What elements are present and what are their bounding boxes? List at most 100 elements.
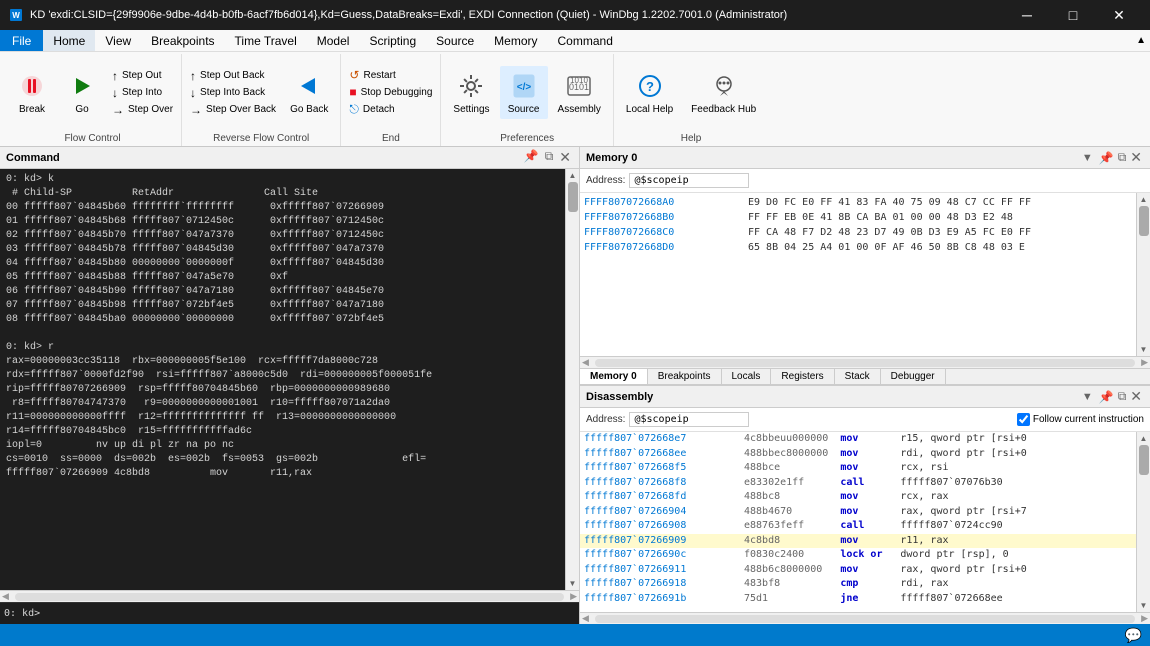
memory-close-button[interactable]: ✕: [1128, 149, 1144, 166]
disassembly-row[interactable]: fffff807`072668e7 4c8bbeuu000000 mov r15…: [580, 432, 1136, 447]
memory-address-cell: FFFF807072668B0: [584, 210, 744, 225]
menu-timetravel[interactable]: Time Travel: [225, 30, 307, 51]
memory-tab-stack[interactable]: Stack: [835, 369, 881, 384]
step-into-button[interactable]: ↓ Step Into: [108, 85, 177, 101]
memory-pin-icon[interactable]: 📌: [1097, 151, 1116, 165]
close-panel-button[interactable]: ✕: [557, 149, 573, 166]
menu-memory[interactable]: Memory: [484, 30, 547, 51]
command-line: rax=00000003cc35118 rbx=000000005f5e100 …: [6, 355, 559, 369]
follow-checkbox-input[interactable]: [1017, 413, 1030, 426]
menu-file[interactable]: File: [0, 30, 43, 51]
pin-icon[interactable]: 📌: [522, 149, 541, 166]
disasm-scroll-down[interactable]: ▼: [1138, 599, 1150, 612]
command-vertical-scrollbar[interactable]: ▲ ▼: [565, 169, 579, 590]
close-button[interactable]: ✕: [1096, 0, 1142, 30]
command-horizontal-scrollbar[interactable]: ◀ ▶: [0, 590, 579, 602]
disasm-scroll-thumb[interactable]: [1139, 445, 1149, 475]
scroll-up-btn[interactable]: ▲: [567, 169, 579, 182]
break-button[interactable]: Break: [8, 66, 56, 119]
step-into-back-button[interactable]: ↓ Step Into Back: [186, 85, 280, 101]
disassembly-row[interactable]: fffff807`072668fd 488bc8 mov rcx, rax: [580, 490, 1136, 505]
step-over-back-button[interactable]: → Step Over Back: [186, 102, 280, 118]
disasm-close-button[interactable]: ✕: [1128, 388, 1144, 405]
disassembly-row[interactable]: fffff807`072668f8 e83302e1ff call fffff8…: [580, 476, 1136, 491]
minimize-button[interactable]: ─: [1004, 0, 1050, 30]
disasm-scroll-track[interactable]: [1137, 445, 1150, 599]
scroll-thumb[interactable]: [568, 182, 578, 212]
disasm-vertical-scrollbar[interactable]: ▲ ▼: [1136, 432, 1150, 612]
ribbon-collapse[interactable]: ▲: [1136, 35, 1150, 46]
disassembly-row[interactable]: fffff807`0726690c f0830c2400 lock or dwo…: [580, 548, 1136, 563]
memory-float-icon[interactable]: ⧉: [1116, 150, 1129, 165]
disassembly-row[interactable]: fffff807`07266918 483bf8 cmp rdi, rax: [580, 577, 1136, 592]
stop-button[interactable]: ■ Stop Debugging: [345, 84, 436, 100]
disasm-addr-cell: fffff807`072668f8: [584, 476, 744, 491]
memory-tab-registers[interactable]: Registers: [771, 369, 834, 384]
disasm-dropdown-icon[interactable]: ▼: [1082, 391, 1093, 403]
step-out-back-button[interactable]: ↑ Step Out Back: [186, 68, 280, 84]
disassembly-row[interactable]: fffff807`072668ee 488bbec8000000 mov rdi…: [580, 447, 1136, 462]
disassembly-row[interactable]: fffff807`07266911 488b6c8000000 mov rax,…: [580, 563, 1136, 578]
menu-home[interactable]: Home: [43, 30, 95, 51]
go-button[interactable]: Go: [58, 66, 106, 119]
feedback-hub-button[interactable]: Feedback Hub: [683, 66, 764, 119]
memory-data-cell: 65 8B 04 25 A4 01 00 0F AF 46 50 8B C8 4…: [748, 240, 1025, 255]
step-over-button[interactable]: → Step Over: [108, 102, 177, 118]
command-output[interactable]: 0: kd> k # Child-SP RetAddr Call Site00 …: [0, 169, 565, 590]
memory-dropdown-icon[interactable]: ▼: [1082, 152, 1093, 164]
restart-button[interactable]: ↺ Restart: [345, 67, 436, 83]
step-out-button[interactable]: ↑ Step Out: [108, 68, 177, 84]
disasm-horizontal-scrollbar[interactable]: ◀ ▶: [580, 612, 1150, 624]
mem-scroll-thumb[interactable]: [1139, 206, 1149, 236]
mem-scroll-up[interactable]: ▲: [1138, 193, 1150, 206]
disasm-scroll-up[interactable]: ▲: [1138, 432, 1150, 445]
memory-tab-memory-0[interactable]: Memory 0: [580, 369, 648, 384]
source-button[interactable]: </> Source: [500, 66, 548, 119]
command-line: r8=fffff80704747370 r9=0000000000001001 …: [6, 397, 559, 411]
memory-address-input[interactable]: [629, 173, 749, 188]
menu-scripting[interactable]: Scripting: [359, 30, 426, 51]
disassembly-row[interactable]: fffff807`072668f5 488bce mov rcx, rsi: [580, 461, 1136, 476]
status-right: 💬: [1125, 627, 1142, 644]
mem-scroll-down[interactable]: ▼: [1138, 343, 1150, 356]
disasm-address-input[interactable]: [629, 412, 749, 427]
disassembly-row[interactable]: fffff807`07266904 488b4670 mov rax, qwor…: [580, 505, 1136, 520]
detach-button[interactable]: ⎋ Detach: [345, 101, 436, 118]
float-icon[interactable]: ⧉: [543, 149, 556, 166]
memory-data-cell: FF CA 48 F7 D2 48 23 D7 49 0B D3 E9 A5 F…: [748, 225, 1031, 240]
scroll-down-btn[interactable]: ▼: [567, 577, 579, 590]
menu-source[interactable]: Source: [426, 30, 484, 51]
menu-breakpoints[interactable]: Breakpoints: [141, 30, 224, 51]
ribbon-reverse-flow: ↑ Step Out Back ↓ Step Into Back → Step …: [182, 54, 341, 146]
memory-address-cell: FFFF807072668D0: [584, 240, 744, 255]
disassembly-content[interactable]: fffff807`072668e7 4c8bbeuu000000 mov r15…: [580, 432, 1136, 612]
chevron-up-icon[interactable]: ▲: [1136, 35, 1146, 46]
disassembly-row[interactable]: fffff807`07266908 e88763feff call fffff8…: [580, 519, 1136, 534]
memory-tab-breakpoints[interactable]: Breakpoints: [648, 369, 722, 384]
memory-horizontal-scrollbar[interactable]: ◀ ▶: [580, 356, 1150, 368]
go-back-button[interactable]: Go Back: [282, 66, 336, 119]
assembly-button[interactable]: 0101 1010 Assembly: [550, 66, 609, 119]
memory-tab-debugger[interactable]: Debugger: [881, 369, 946, 384]
settings-icon: [455, 70, 487, 102]
scroll-track[interactable]: [566, 182, 579, 577]
maximize-button[interactable]: □: [1050, 0, 1096, 30]
settings-button[interactable]: Settings: [445, 66, 497, 119]
disassembly-row[interactable]: fffff807`0726691b 75d1 jne fffff807`0726…: [580, 592, 1136, 607]
memory-vertical-scrollbar[interactable]: ▲ ▼: [1136, 193, 1150, 356]
command-line: 06 fffff807`04845b90 fffff807`047a7180 0…: [6, 285, 559, 299]
follow-instruction-checkbox[interactable]: Follow current instruction: [1017, 413, 1144, 426]
disasm-pin-icon[interactable]: 📌: [1097, 390, 1116, 404]
menu-command[interactable]: Command: [548, 30, 623, 51]
memory-tab-locals[interactable]: Locals: [722, 369, 772, 384]
command-input[interactable]: [42, 608, 575, 619]
disassembly-row[interactable]: fffff807`07266909 4c8bd8 mov r11, rax: [580, 534, 1136, 549]
local-help-button[interactable]: ? Local Help: [618, 66, 681, 119]
memory-content[interactable]: FFFF807072668A0E9 D0 FC E0 FF 41 83 FA 4…: [580, 193, 1136, 356]
menu-model[interactable]: Model: [307, 30, 360, 51]
chat-icon[interactable]: 💬: [1125, 627, 1142, 644]
disasm-float-icon[interactable]: ⧉: [1116, 389, 1129, 404]
menu-view[interactable]: View: [95, 30, 141, 51]
restart-icon: ↺: [349, 68, 359, 82]
mem-scroll-track[interactable]: [1137, 206, 1150, 343]
